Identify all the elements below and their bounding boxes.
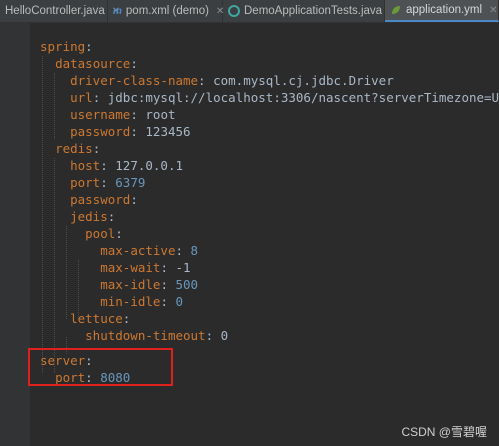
yaml-key: max-idle xyxy=(100,277,161,292)
yaml-key: port xyxy=(70,175,101,190)
code-line: password: xyxy=(70,192,138,207)
code-line: shutdown-timeout: 0 xyxy=(85,328,229,343)
yaml-key: min-idle xyxy=(100,294,161,309)
yaml-value: 127.0.0.1 xyxy=(115,158,184,173)
highlight-box xyxy=(28,348,173,386)
yaml-key: pool xyxy=(85,226,116,241)
code-line: password: 123456 xyxy=(70,124,191,139)
yaml-leaf-icon xyxy=(390,4,402,16)
yaml-key: driver-class-name xyxy=(70,73,199,88)
code-line: pool: xyxy=(85,226,123,241)
code-line: datasource: xyxy=(55,56,138,71)
code-line: driver-class-name: com.mysql.cj.jdbc.Dri… xyxy=(70,73,394,88)
tab-application-yml[interactable]: application.yml ✕ xyxy=(385,0,499,22)
code-line: redis: xyxy=(55,141,101,156)
tab-hello-controller[interactable]: HelloController.java ✕ xyxy=(0,0,120,22)
yaml-key: username xyxy=(70,107,131,122)
code-line: url: jdbc:mysql://localhost:3306/nascent… xyxy=(40,89,499,106)
tab-label: DemoApplicationTests.java xyxy=(244,5,383,17)
yaml-key: datasource xyxy=(55,56,131,71)
code-line: username: root xyxy=(70,107,176,122)
tab-label: HelloController.java xyxy=(5,5,105,17)
yaml-value: 0 xyxy=(220,328,229,343)
yaml-key: url xyxy=(70,90,93,105)
yaml-key: max-active xyxy=(100,243,176,258)
yaml-value: 8 xyxy=(190,243,199,258)
yaml-value: com.mysql.cj.jdbc.Driver xyxy=(213,73,394,88)
tab-label: pom.xml (demo) xyxy=(125,5,209,17)
code-line: host: 127.0.0.1 xyxy=(70,158,184,173)
code-line: spring: xyxy=(40,39,93,54)
yaml-key: jedis xyxy=(70,209,108,224)
yaml-key: password xyxy=(70,124,131,139)
yaml-value: 0 xyxy=(175,294,184,309)
yaml-value: -1 xyxy=(175,260,191,275)
code-line: lettuce: xyxy=(70,311,131,326)
close-icon[interactable]: ✕ xyxy=(489,5,497,16)
tab-demo-application-tests[interactable]: DemoApplicationTests.java ✕ xyxy=(223,0,397,22)
yaml-value: 500 xyxy=(175,277,199,292)
maven-icon: m xyxy=(113,5,122,17)
code-line: jedis: xyxy=(70,209,116,224)
code-line: max-idle: 500 xyxy=(100,277,199,292)
yaml-key: lettuce xyxy=(70,311,123,326)
yaml-key: max-wait xyxy=(100,260,161,275)
yaml-key: redis xyxy=(55,141,93,156)
code-line: max-active: 8 xyxy=(100,243,199,258)
code-line: min-idle: 0 xyxy=(100,294,184,309)
watermark: CSDN @雪碧喔 xyxy=(401,425,487,439)
yaml-key: password xyxy=(70,192,131,207)
tab-pom-xml[interactable]: m pom.xml (demo) ✕ xyxy=(108,0,224,22)
yaml-key: spring xyxy=(40,39,86,54)
yaml-value: root xyxy=(145,107,176,122)
tab-label: application.yml xyxy=(406,4,483,16)
test-class-icon xyxy=(228,5,240,17)
yaml-value: 123456 xyxy=(145,124,191,139)
code-line: port: 6379 xyxy=(70,175,146,190)
editor-tab-bar: HelloController.java ✕ m pom.xml (demo) … xyxy=(0,0,499,23)
code-line: max-wait: -1 xyxy=(100,260,191,275)
yaml-value: jdbc:mysql://localhost:3306/nascent?serv… xyxy=(107,90,499,105)
yaml-value: 6379 xyxy=(115,175,146,190)
line-gutter xyxy=(0,23,30,446)
yaml-key: shutdown-timeout xyxy=(85,328,206,343)
yaml-key: host xyxy=(70,158,101,173)
